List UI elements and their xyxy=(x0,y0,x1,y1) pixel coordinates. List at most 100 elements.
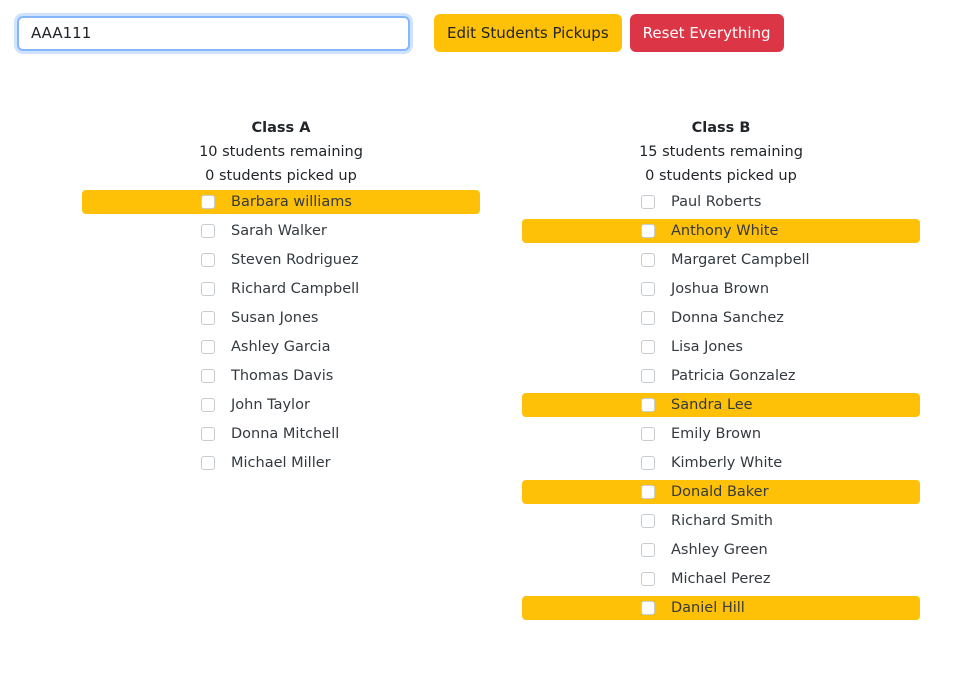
student-row-content: Michael Miller xyxy=(201,455,361,471)
student-name: Anthony White xyxy=(671,223,779,239)
pickup-checkbox[interactable] xyxy=(641,311,655,325)
pickup-checkbox[interactable] xyxy=(641,485,655,499)
student-row[interactable]: Paul Roberts xyxy=(522,190,920,214)
pickup-checkbox[interactable] xyxy=(201,369,215,383)
student-name: Margaret Campbell xyxy=(671,252,810,268)
student-row[interactable]: Anthony White xyxy=(522,219,920,243)
pickup-checkbox[interactable] xyxy=(641,282,655,296)
student-row-content: Kimberly White xyxy=(641,455,801,471)
class-a-panel: Class A 10 students remaining 0 students… xyxy=(82,116,480,480)
pickup-checkbox[interactable] xyxy=(641,601,655,615)
student-row[interactable]: Richard Smith xyxy=(522,509,920,533)
student-row[interactable]: Lisa Jones xyxy=(522,335,920,359)
student-row[interactable]: Susan Jones xyxy=(82,306,480,330)
student-row[interactable]: Donald Baker xyxy=(522,480,920,504)
student-row[interactable]: Emily Brown xyxy=(522,422,920,446)
student-row[interactable]: Donna Mitchell xyxy=(82,422,480,446)
pickup-checkbox[interactable] xyxy=(201,340,215,354)
student-row-content: Sandra Lee xyxy=(641,397,801,413)
remaining-count: 15 students remaining xyxy=(639,144,803,160)
pickup-checkbox[interactable] xyxy=(641,224,655,238)
student-row-content: Steven Rodriguez xyxy=(201,252,361,268)
pickup-checkbox[interactable] xyxy=(201,311,215,325)
student-row-content: Susan Jones xyxy=(201,310,361,326)
student-row[interactable]: Sandra Lee xyxy=(522,393,920,417)
student-row-content: Joshua Brown xyxy=(641,281,801,297)
student-row[interactable]: Donna Sanchez xyxy=(522,306,920,330)
student-row-content: Thomas Davis xyxy=(201,368,361,384)
student-name: Richard Smith xyxy=(671,513,773,529)
student-row[interactable]: John Taylor xyxy=(82,393,480,417)
pickup-checkbox[interactable] xyxy=(641,572,655,586)
student-name: Donna Mitchell xyxy=(231,426,340,442)
student-row-content: Sarah Walker xyxy=(201,223,361,239)
student-row[interactable]: Daniel Hill xyxy=(522,596,920,620)
student-name: Richard Campbell xyxy=(231,281,360,297)
student-name: Daniel Hill xyxy=(671,600,745,616)
student-row-content: Lisa Jones xyxy=(641,339,801,355)
pickup-checkbox[interactable] xyxy=(201,282,215,296)
pickup-checkbox[interactable] xyxy=(641,427,655,441)
student-name: Steven Rodriguez xyxy=(231,252,359,268)
pickup-checkbox[interactable] xyxy=(641,369,655,383)
student-row-content: Richard Campbell xyxy=(201,281,361,297)
student-row[interactable]: Thomas Davis xyxy=(82,364,480,388)
student-row[interactable]: Michael Perez xyxy=(522,567,920,591)
student-row-content: Emily Brown xyxy=(641,426,801,442)
pickup-checkbox[interactable] xyxy=(641,543,655,557)
student-row-content: Donna Sanchez xyxy=(641,310,801,326)
student-row[interactable]: Margaret Campbell xyxy=(522,248,920,272)
student-name: Kimberly White xyxy=(671,455,783,471)
student-row[interactable]: Michael Miller xyxy=(82,451,480,475)
student-row-content: Ashley Green xyxy=(641,542,801,558)
student-row[interactable]: Ashley Garcia xyxy=(82,335,480,359)
student-name: Michael Miller xyxy=(231,455,331,471)
student-row[interactable]: Sarah Walker xyxy=(82,219,480,243)
reset-everything-button[interactable]: Reset Everything xyxy=(629,14,784,52)
student-row-content: Donald Baker xyxy=(641,484,801,500)
pickup-checkbox[interactable] xyxy=(201,253,215,267)
picked-up-count: 0 students picked up xyxy=(645,168,797,184)
student-row-content: Margaret Campbell xyxy=(641,252,810,268)
student-row[interactable]: Steven Rodriguez xyxy=(82,248,480,272)
student-name: Ashley Green xyxy=(671,542,768,558)
class-b-panel: Class B 15 students remaining 0 students… xyxy=(522,116,920,625)
pickup-checkbox[interactable] xyxy=(201,456,215,470)
student-name: Donna Sanchez xyxy=(671,310,784,326)
student-row[interactable]: Patricia Gonzalez xyxy=(522,364,920,388)
pickup-checkbox[interactable] xyxy=(641,253,655,267)
student-name: Sandra Lee xyxy=(671,397,753,413)
pickup-checkbox[interactable] xyxy=(641,340,655,354)
student-name: Lisa Jones xyxy=(671,339,743,355)
pickup-checkbox[interactable] xyxy=(201,195,215,209)
student-row-content: Ashley Garcia xyxy=(201,339,361,355)
student-name: Barbara williams xyxy=(231,194,352,210)
student-row[interactable]: Ashley Green xyxy=(522,538,920,562)
edit-students-pickups-button[interactable]: Edit Students Pickups xyxy=(434,14,622,52)
student-name: Michael Perez xyxy=(671,571,771,587)
pickup-checkbox[interactable] xyxy=(201,398,215,412)
student-row[interactable]: Richard Campbell xyxy=(82,277,480,301)
student-name: Ashley Garcia xyxy=(231,339,331,355)
pickup-checkbox[interactable] xyxy=(201,224,215,238)
student-row-content: Paul Roberts xyxy=(641,194,801,210)
student-row-content: Patricia Gonzalez xyxy=(641,368,801,384)
student-row[interactable]: Joshua Brown xyxy=(522,277,920,301)
pickup-checkbox[interactable] xyxy=(641,456,655,470)
class-title: Class B xyxy=(691,120,751,136)
code-input[interactable] xyxy=(17,15,410,51)
student-row-content: Daniel Hill xyxy=(641,600,801,616)
student-name: Paul Roberts xyxy=(671,194,762,210)
pickup-checkbox[interactable] xyxy=(641,514,655,528)
student-name: John Taylor xyxy=(231,397,310,413)
student-row-content: Richard Smith xyxy=(641,513,801,529)
pickup-checkbox[interactable] xyxy=(641,398,655,412)
student-name: Joshua Brown xyxy=(671,281,770,297)
student-row-content: John Taylor xyxy=(201,397,361,413)
student-row[interactable]: Kimberly White xyxy=(522,451,920,475)
student-name: Patricia Gonzalez xyxy=(671,368,796,384)
pickup-checkbox[interactable] xyxy=(201,427,215,441)
class-title: Class A xyxy=(251,120,311,136)
student-row[interactable]: Barbara williams xyxy=(82,190,480,214)
pickup-checkbox[interactable] xyxy=(641,195,655,209)
